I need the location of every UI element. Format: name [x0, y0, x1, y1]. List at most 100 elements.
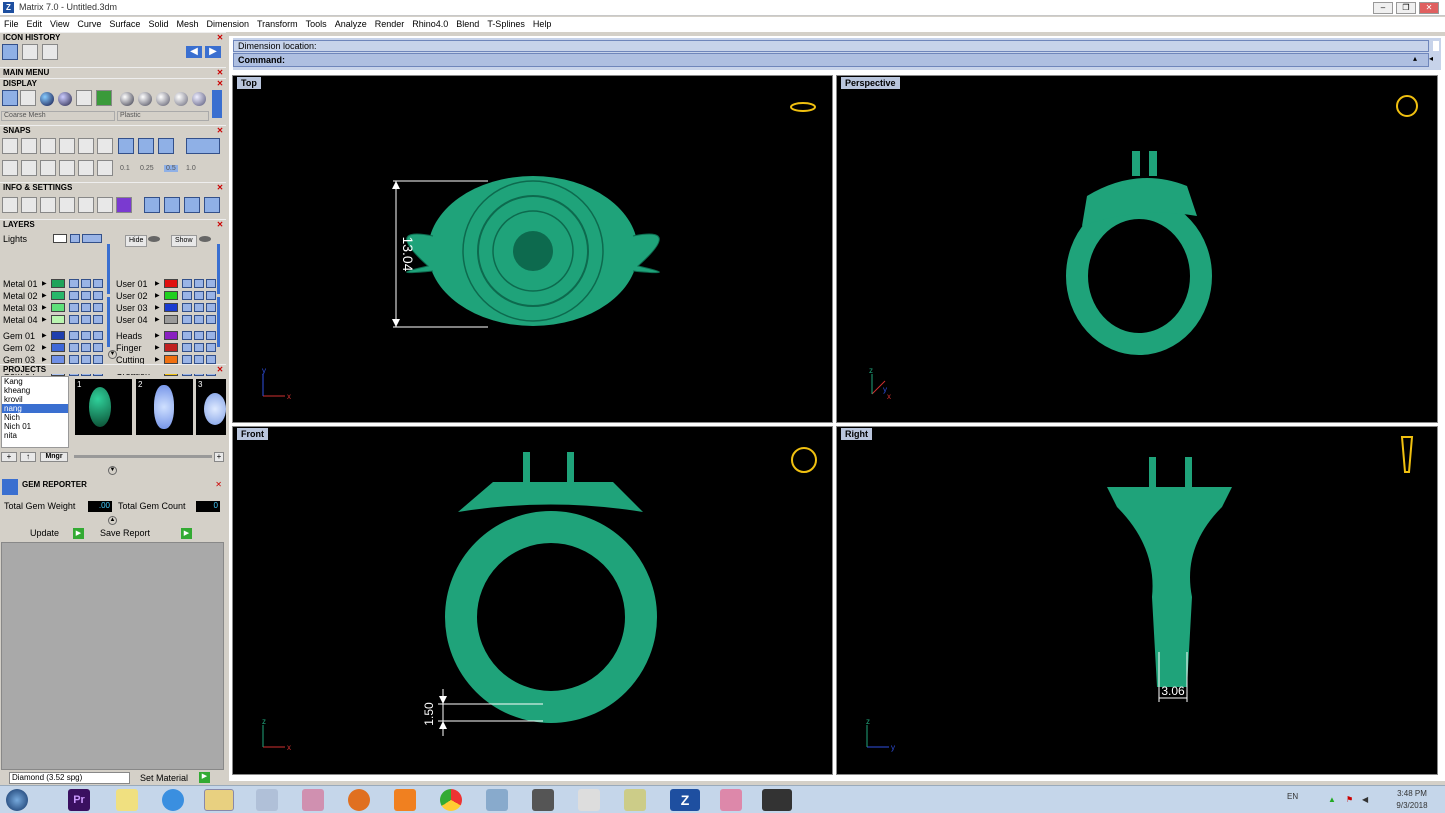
- snap-value[interactable]: 0.1: [120, 165, 130, 172]
- viewport-perspective[interactable]: Perspective x y z: [836, 75, 1438, 423]
- layer-color-swatch[interactable]: [51, 315, 65, 324]
- clock-time[interactable]: 3:48 PM: [1392, 789, 1432, 798]
- visibility-icon[interactable]: [81, 303, 91, 312]
- restore-button[interactable]: ❐: [1396, 2, 1416, 14]
- menu-tools[interactable]: Tools: [302, 17, 331, 32]
- visibility-icon[interactable]: [194, 355, 204, 364]
- layer-arrow-icon[interactable]: ▶: [155, 292, 160, 299]
- list-item[interactable]: Nich 01: [2, 422, 68, 431]
- visibility-icon[interactable]: [81, 279, 91, 288]
- layer-arrow-icon[interactable]: ▶: [155, 316, 160, 323]
- lock-icon[interactable]: [69, 343, 79, 352]
- snap-cen-icon[interactable]: [78, 138, 94, 154]
- visibility-icon[interactable]: [81, 315, 91, 324]
- layer-color-swatch[interactable]: [51, 279, 65, 288]
- list-item[interactable]: krovil: [2, 395, 68, 404]
- view-cube-icon[interactable]: [791, 447, 817, 473]
- shaded-icon[interactable]: [20, 90, 36, 106]
- layer-arrow-icon[interactable]: ▶: [155, 332, 160, 339]
- show-button[interactable]: Show: [171, 235, 197, 247]
- back-arrow-icon[interactable]: ◀: [186, 46, 202, 58]
- menu-analyze[interactable]: Analyze: [331, 17, 371, 32]
- layer-arrow-icon[interactable]: ▶: [42, 304, 47, 311]
- menu-blend[interactable]: Blend: [452, 17, 483, 32]
- list-item-selected[interactable]: nang: [2, 404, 68, 413]
- folder-icon[interactable]: [164, 197, 180, 213]
- viewport-right[interactable]: Right 3.06 y z: [836, 426, 1438, 775]
- scroll-left-icon[interactable]: ◂: [1429, 54, 1433, 63]
- layer-arrow-icon[interactable]: ▶: [155, 356, 160, 363]
- list-item[interactable]: kheang: [2, 386, 68, 395]
- lights-swatch[interactable]: [53, 234, 67, 243]
- snap-perp-icon[interactable]: [118, 138, 134, 154]
- material-sphere-icon[interactable]: [192, 92, 206, 106]
- history-icon[interactable]: [42, 44, 58, 60]
- app-icon[interactable]: [762, 789, 792, 811]
- project-list[interactable]: Kang kheang krovil nang Nich Nich 01 nit…: [1, 376, 69, 448]
- expand-icon[interactable]: ▼: [108, 350, 117, 359]
- wrench-icon[interactable]: [21, 197, 37, 213]
- set-material-label[interactable]: Set Material: [140, 773, 188, 783]
- snap-grid-icon[interactable]: [2, 160, 18, 176]
- layer-color-swatch[interactable]: [51, 291, 65, 300]
- layer-arrow-icon[interactable]: ▶: [42, 344, 47, 351]
- save-report-button[interactable]: Save Report ▶: [100, 528, 192, 539]
- folder-icon[interactable]: [204, 789, 234, 811]
- layer-toggle[interactable]: [93, 291, 103, 300]
- layer-arrow-icon[interactable]: ▶: [155, 304, 160, 311]
- snap-project-icon[interactable]: [78, 160, 94, 176]
- snap-quad-icon[interactable]: [158, 138, 174, 154]
- manager-button[interactable]: Mngr: [40, 452, 68, 462]
- snap-vertex-icon[interactable]: [59, 160, 75, 176]
- layer-toggle[interactable]: [93, 331, 103, 340]
- snap-tan-icon[interactable]: [138, 138, 154, 154]
- app-icon[interactable]: [486, 789, 508, 811]
- project-thumbnail[interactable]: 3: [196, 379, 226, 435]
- layer-toggle[interactable]: [93, 279, 103, 288]
- lock-icon[interactable]: [182, 355, 192, 364]
- gem-tool-icon[interactable]: [40, 197, 56, 213]
- list-item[interactable]: Nich: [2, 413, 68, 422]
- view-cube-icon[interactable]: [1396, 95, 1418, 117]
- viewport-top[interactable]: Top 13.04 x y: [232, 75, 833, 423]
- visibility-icon[interactable]: [194, 331, 204, 340]
- language-indicator[interactable]: EN: [1287, 792, 1298, 801]
- layer-toggle[interactable]: [206, 331, 216, 340]
- layer-color-swatch[interactable]: [164, 303, 178, 312]
- layer-arrow-icon[interactable]: ▶: [42, 316, 47, 323]
- notes-icon[interactable]: [624, 789, 646, 811]
- lock-icon[interactable]: [182, 315, 192, 324]
- snap-ortho-icon[interactable]: [186, 138, 220, 154]
- lock-icon[interactable]: [69, 355, 79, 364]
- menu-curve[interactable]: Curve: [73, 17, 105, 32]
- minimize-button[interactable]: –: [1373, 2, 1393, 14]
- folder-icon[interactable]: [184, 197, 200, 213]
- history-icon[interactable]: [22, 44, 38, 60]
- export-icon[interactable]: [204, 197, 220, 213]
- move-icon[interactable]: [144, 197, 160, 213]
- layer-toggle[interactable]: [93, 303, 103, 312]
- visibility-icon[interactable]: [81, 291, 91, 300]
- visibility-icon[interactable]: [81, 331, 91, 340]
- layer-toggle[interactable]: [82, 234, 102, 243]
- lock-icon[interactable]: [69, 315, 79, 324]
- forward-arrow-icon[interactable]: ▶: [205, 46, 221, 58]
- firefox-icon[interactable]: [348, 789, 370, 811]
- lock-icon[interactable]: [182, 303, 192, 312]
- material-sphere-icon[interactable]: [138, 92, 152, 106]
- network-icon[interactable]: ▲: [1328, 795, 1336, 804]
- material-select[interactable]: Diamond (3.52 spg): [9, 772, 130, 784]
- menu-edit[interactable]: Edit: [23, 17, 47, 32]
- render-sphere-icon[interactable]: [40, 92, 54, 106]
- explorer-icon[interactable]: [116, 789, 138, 811]
- cube-icon[interactable]: [59, 197, 75, 213]
- layer-arrow-icon[interactable]: ▶: [42, 356, 47, 363]
- visibility-icon[interactable]: [194, 343, 204, 352]
- lock-icon[interactable]: [182, 279, 192, 288]
- snap-int-icon[interactable]: [97, 138, 113, 154]
- display-slider[interactable]: [212, 90, 222, 118]
- chrome-icon[interactable]: [440, 789, 462, 811]
- main-menu-header[interactable]: MAIN MENU ✕: [0, 67, 226, 77]
- view-cube-icon[interactable]: [1400, 436, 1414, 473]
- close-icon[interactable]: ✕: [216, 365, 224, 374]
